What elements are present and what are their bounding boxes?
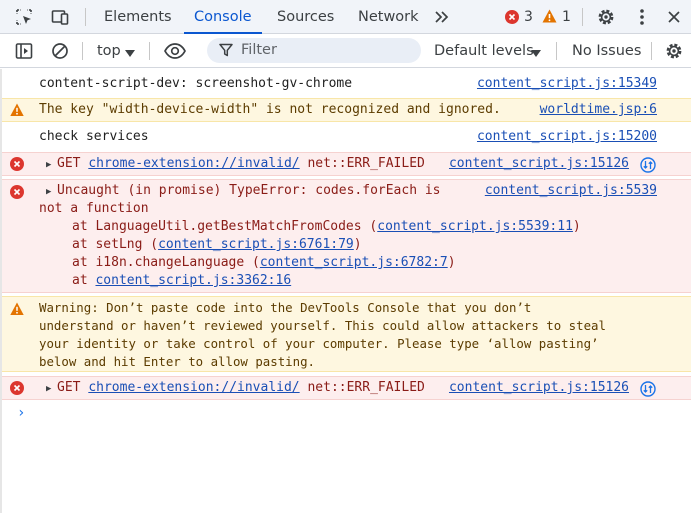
console-prompt-input[interactable]: › — [17, 405, 25, 421]
close-devtools-icon[interactable] — [664, 7, 684, 27]
console-toolbar: top Filter Default levels No Issues — [0, 34, 691, 68]
divider — [82, 42, 83, 60]
warning-count-icon[interactable] — [542, 9, 557, 23]
stack-frame-link[interactable]: content_script.js:6761:79 — [158, 237, 354, 252]
tab-elements[interactable]: Elements — [104, 0, 172, 34]
devtools-tab-bar: Elements Console Sources Network 3 1 — [0, 0, 691, 34]
console-log-message: content-script-dev: screenshot-gv-chrome… — [2, 73, 691, 95]
error-icon — [10, 185, 24, 199]
expand-triangle-icon[interactable]: ▶ — [46, 156, 57, 174]
context-select[interactable]: top — [97, 34, 121, 68]
error-text: Uncaught (in promise) TypeError: codes.f… — [57, 183, 441, 198]
request-method: GET — [57, 156, 81, 171]
error-text-continued: not a function — [39, 201, 149, 216]
log-text: check services — [39, 129, 149, 144]
warning-icon — [10, 302, 24, 316]
warning-text: understand or haven’t reviewed yourself.… — [39, 318, 606, 333]
warning-count[interactable]: 1 — [562, 0, 571, 34]
chevron-down-icon[interactable] — [125, 47, 135, 62]
settings-gear-icon[interactable] — [596, 7, 616, 27]
expand-triangle-icon[interactable]: ▶ — [46, 183, 57, 201]
error-icon — [10, 157, 24, 171]
spacer — [464, 8, 465, 26]
console-error-message: ▶ GET chrome-extension://invalid/ net::ER… — [2, 376, 691, 400]
chevron-down-icon[interactable] — [531, 47, 541, 62]
request-url-link[interactable]: chrome-extension://invalid/ — [88, 156, 299, 171]
stack-frame: at setLng (content_script.js:6761:79) — [72, 236, 362, 254]
source-link[interactable]: content_script.js:15126 — [449, 379, 629, 397]
issues-button[interactable]: No Issues — [572, 34, 641, 68]
warning-text: Warning: Don’t paste code into the DevTo… — [39, 300, 532, 315]
source-link[interactable]: content_script.js:15126 — [449, 155, 629, 173]
stack-frame-text: ) — [572, 219, 581, 234]
source-link[interactable]: worldtime.jsp:6 — [540, 101, 657, 119]
divider — [582, 8, 583, 26]
stack-frame-text: ) — [353, 237, 362, 252]
warning-text: below and hit Enter to allow pasting. — [39, 354, 316, 369]
stack-frame-text: at i18n.changeLanguage ( — [72, 255, 260, 270]
more-tabs-chevron-icon[interactable] — [432, 7, 452, 27]
stack-frame: at content_script.js:3362:16 — [72, 272, 291, 290]
stack-frame-text: at — [72, 273, 96, 288]
error-count-icon[interactable] — [505, 10, 519, 24]
error-icon — [10, 381, 24, 395]
network-request-icon[interactable] — [640, 381, 656, 401]
tab-console[interactable]: Console — [184, 0, 262, 34]
request-url-link[interactable]: chrome-extension://invalid/ — [88, 380, 299, 395]
request-status: net::ERR_FAILED — [307, 156, 425, 171]
console-log-message: check services content_script.js:15200 — [2, 126, 691, 148]
filter-input[interactable]: Filter — [207, 38, 421, 63]
divider — [651, 42, 652, 60]
stack-frame: at i18n.changeLanguage (content_script.j… — [72, 254, 456, 272]
console-warning-message: The key "width-device-width" is not reco… — [2, 98, 691, 122]
tab-network[interactable]: Network — [358, 0, 419, 34]
warning-text: The key "width-device-width" is not reco… — [39, 102, 501, 117]
divider — [85, 8, 86, 26]
clear-console-icon[interactable] — [50, 41, 70, 61]
warning-text: your identity or take control of your co… — [39, 336, 599, 351]
stack-frame-link[interactable]: content_script.js:5539:11 — [377, 219, 573, 234]
stack-frame-text: at LanguageUtil.getBestMatchFromCodes ( — [72, 219, 378, 234]
divider — [149, 42, 150, 60]
stack-frame-link[interactable]: content_script.js:6782:7 — [260, 255, 448, 270]
request-method: GET — [57, 380, 81, 395]
filter-placeholder: Filter — [241, 42, 277, 58]
log-text: content-script-dev: screenshot-gv-chrome — [39, 76, 353, 91]
warning-icon — [10, 103, 24, 117]
device-toolbar-icon[interactable] — [50, 7, 70, 27]
filter-funnel-icon — [219, 43, 233, 61]
request-status: net::ERR_FAILED — [307, 380, 425, 395]
stack-frame-text: at setLng ( — [72, 237, 159, 252]
tab-sources[interactable]: Sources — [277, 0, 334, 34]
source-link[interactable]: content_script.js:5539 — [485, 182, 657, 200]
source-link[interactable]: content_script.js:15200 — [477, 128, 657, 146]
source-link[interactable]: content_script.js:15349 — [477, 75, 657, 93]
divider — [556, 42, 557, 60]
sidebar-toggle-icon[interactable] — [14, 41, 34, 61]
console-settings-gear-icon[interactable] — [664, 41, 684, 61]
log-levels-select[interactable]: Default levels — [434, 34, 534, 68]
network-request-icon[interactable] — [640, 157, 656, 177]
console-error-message: ▶ GET chrome-extension://invalid/ net::ER… — [2, 152, 691, 176]
inspect-element-icon[interactable] — [14, 7, 34, 27]
stack-frame-text: ) — [447, 255, 456, 270]
console-warning-message: Warning: Don’t paste code into the DevTo… — [2, 296, 691, 372]
expand-triangle-icon[interactable]: ▶ — [46, 380, 57, 398]
error-count[interactable]: 3 — [524, 0, 533, 34]
stack-frame: at LanguageUtil.getBestMatchFromCodes (c… — [72, 218, 581, 236]
live-expression-eye-icon[interactable] — [162, 41, 188, 61]
more-options-kebab-icon[interactable] — [632, 7, 652, 27]
console-messages: content-script-dev: screenshot-gv-chrome… — [0, 69, 691, 513]
stack-frame-link[interactable]: content_script.js:3362:16 — [95, 273, 291, 288]
console-error-message: ▶ Uncaught (in promise) TypeError: codes.… — [2, 179, 691, 293]
